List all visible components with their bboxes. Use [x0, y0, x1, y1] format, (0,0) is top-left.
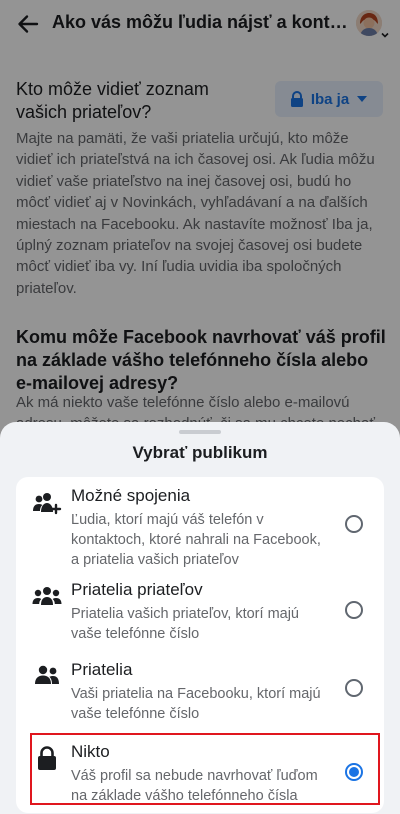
option-title: Priatelia priateľov: [71, 580, 203, 599]
option-title: Priatelia: [71, 660, 133, 679]
sheet-title: Vybrať publikum: [132, 443, 268, 462]
radio-button[interactable]: [345, 679, 363, 697]
friends-of-friends-icon: [30, 580, 64, 614]
option-friends-of-friends[interactable]: Priatelia priateľov Priatelia vašich pri…: [16, 573, 384, 649]
option-description: Vaši priatelia na Facebooku, ktorí majú …: [71, 686, 321, 722]
friends-icon: [30, 658, 64, 692]
selected-option-highlight: [30, 733, 380, 805]
radio-button[interactable]: [345, 601, 363, 619]
people-plus-icon: [30, 487, 64, 521]
sheet-drag-handle[interactable]: [179, 430, 221, 434]
option-description: Ľudia, ktorí majú váš telefón v kontakto…: [71, 512, 321, 568]
option-friends[interactable]: Priatelia Vaši priatelia na Facebooku, k…: [16, 653, 384, 729]
option-title: Možné spojenia: [71, 486, 191, 505]
option-possible-connections[interactable]: Možné spojenia Ľudia, ktorí majú váš tel…: [16, 477, 384, 569]
option-description: Priatelia vašich priateľov, ktorí majú v…: [71, 606, 299, 642]
radio-button[interactable]: [345, 515, 363, 533]
audience-options-card: Možné spojenia Ľudia, ktorí majú váš tel…: [16, 477, 384, 813]
audience-bottom-sheet: Vybrať publikum Možné spojenia Ľudia, kt…: [0, 422, 400, 814]
